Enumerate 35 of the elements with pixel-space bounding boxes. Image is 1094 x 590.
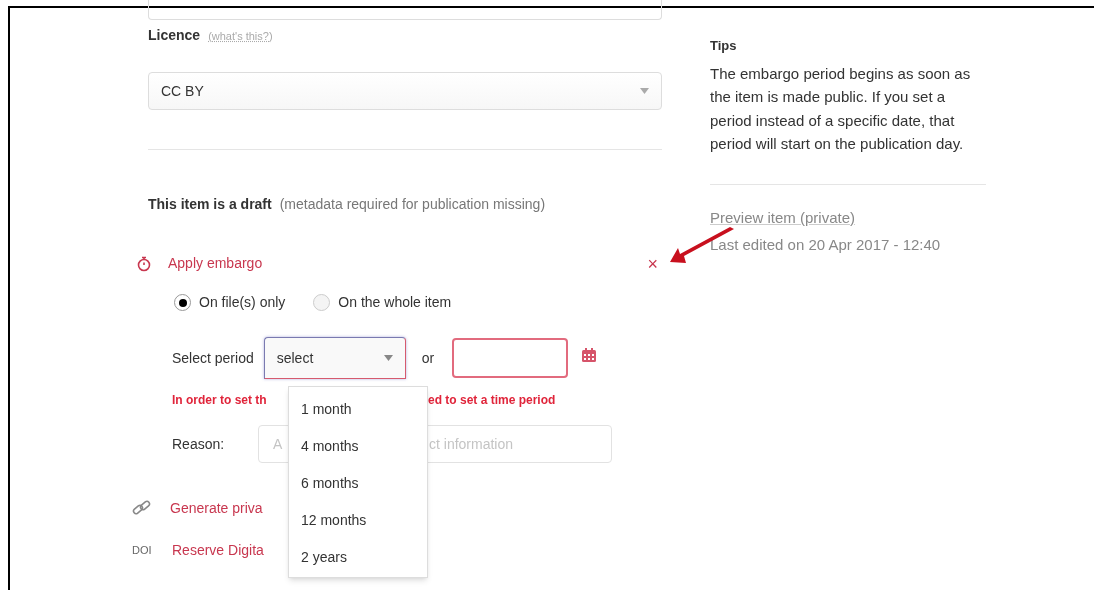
- close-button[interactable]: ×: [647, 254, 658, 273]
- caret-icon: [640, 88, 649, 94]
- radio-button[interactable]: [313, 294, 331, 311]
- tips-text: The embargo period begins as soon as the item is made public. If you set a period instead of a specific date, that period will start on the publication day.: [710, 63, 972, 154]
- stopwatch-icon: [136, 255, 152, 272]
- error-text: ed to set a time period: [428, 392, 556, 409]
- licence-select[interactable]: CC BY: [148, 72, 662, 110]
- calendar-icon: [582, 348, 597, 362]
- tips-title: Tips: [710, 37, 738, 55]
- text-field[interactable]: [148, 0, 662, 20]
- dropdown-option[interactable]: 6 months: [289, 471, 427, 495]
- radio-label: On the whole item: [338, 293, 452, 312]
- field-label: Reason:: [172, 434, 226, 454]
- dropdown-option[interactable]: 4 months: [289, 434, 427, 458]
- preview-link[interactable]: Preview item (private): [710, 206, 856, 229]
- field-label: Select period: [172, 348, 254, 368]
- doi-label: DOI: [132, 542, 153, 558]
- or-label: or: [421, 348, 435, 368]
- period-select[interactable]: select: [263, 337, 406, 379]
- radio-label: On file(s) only: [199, 293, 286, 312]
- dropdown-option[interactable]: 12 months: [289, 508, 427, 532]
- section-title: This item is a draft: [148, 195, 272, 214]
- dropdown-option[interactable]: 2 years: [289, 545, 427, 569]
- embargo-link[interactable]: Apply embargo: [168, 253, 263, 274]
- last-edited-text: Last edited on 20 Apr 2017 - 12:40: [710, 235, 942, 255]
- field-label: Licence: [148, 26, 201, 45]
- action-link[interactable]: Generate priva: [170, 497, 263, 519]
- date-field[interactable]: [452, 338, 569, 378]
- section-note: (metadata required for publication missing): [279, 195, 546, 214]
- caret-icon: [383, 355, 393, 361]
- radio-button[interactable]: [174, 294, 191, 311]
- link-icon: [132, 499, 152, 517]
- dropdown-option[interactable]: 1 month: [289, 397, 427, 421]
- action-link[interactable]: Reserve Digita: [172, 539, 264, 561]
- error-text: In order to set th: [172, 392, 268, 409]
